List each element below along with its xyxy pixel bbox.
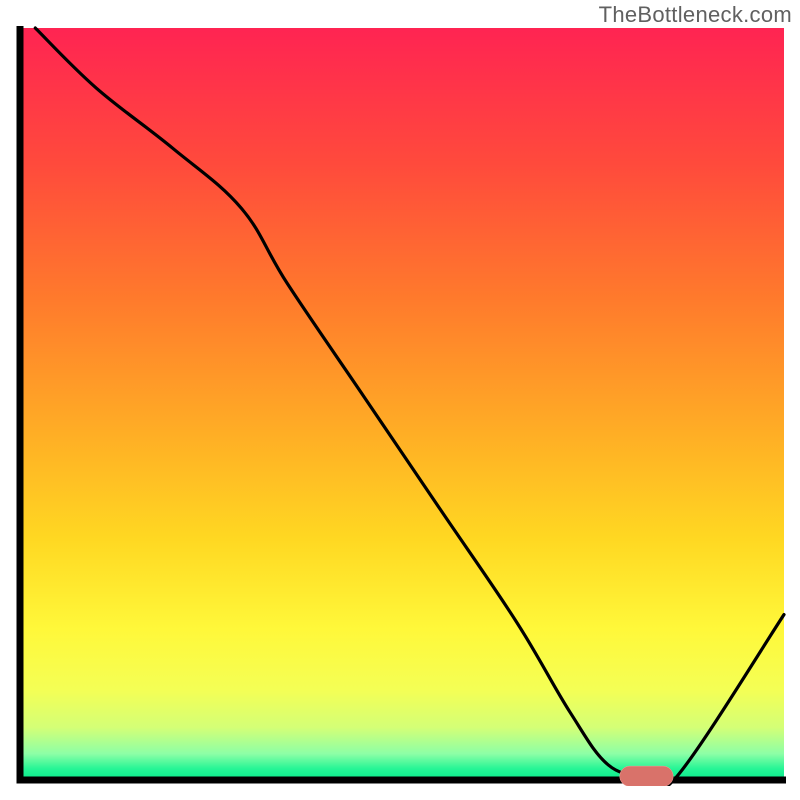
plot-area [14,26,786,786]
optimal-marker [620,766,673,786]
gradient-background [20,28,784,780]
watermark-text: TheBottleneck.com [599,2,792,28]
chart-svg [14,26,786,786]
chart-stage: TheBottleneck.com [0,0,800,800]
